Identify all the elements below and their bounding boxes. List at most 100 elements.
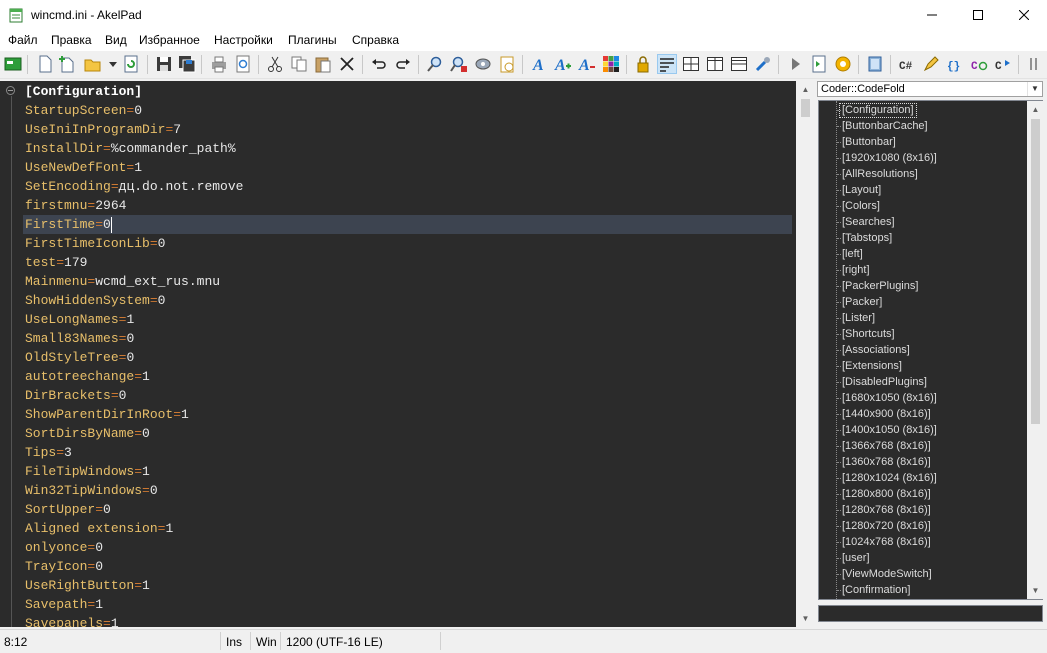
chevron-down-icon[interactable]: ▼	[1027, 82, 1042, 96]
tree-item[interactable]: [Searches]	[840, 215, 897, 230]
new-tab-icon[interactable]	[58, 55, 76, 73]
editor[interactable]: [Configuration] StartupScreen=0 UseIniInP…	[0, 81, 796, 627]
print-preview-icon[interactable]	[234, 55, 252, 73]
highlight-icon[interactable]	[866, 55, 884, 73]
autocomplete-icon[interactable]: C	[970, 55, 988, 73]
editor-scrollbar[interactable]: ▲ ▼	[797, 81, 814, 627]
color-icon[interactable]	[602, 55, 620, 73]
run-icon[interactable]	[786, 55, 804, 73]
tree-item[interactable]: [left]	[840, 247, 865, 262]
fold-gutter[interactable]	[0, 81, 23, 627]
tree-item[interactable]: [AllResolutions]	[840, 167, 920, 182]
code-fold-icon[interactable]: {}	[946, 55, 964, 73]
tree-item[interactable]: [Tabstops]	[840, 231, 894, 246]
split-horizontal-icon[interactable]	[730, 55, 748, 73]
scroll-down-icon[interactable]: ▼	[1027, 582, 1044, 599]
tree-item[interactable]: [Lister]	[840, 311, 877, 326]
tree-item[interactable]: [PackerPlugins]	[840, 279, 920, 294]
find-replace-icon[interactable]	[450, 55, 468, 73]
tree-item[interactable]: [FavoriteSearches]	[840, 599, 936, 600]
paste-icon[interactable]	[314, 55, 332, 73]
tree-item[interactable]: [ViewModeSwitch]	[840, 567, 934, 582]
font-smaller-icon[interactable]: A	[578, 55, 596, 73]
open-dropdown-icon[interactable]	[104, 55, 122, 73]
font-icon[interactable]: A	[530, 55, 548, 73]
close-button[interactable]	[1001, 0, 1047, 30]
panel-combobox[interactable]: Coder::CodeFold ▼	[817, 81, 1043, 97]
tree-item[interactable]: [1366x768 (8x16)]	[840, 439, 933, 454]
menu-plugins[interactable]: Плагины	[288, 33, 337, 47]
tree-item[interactable]: [1280x720 (8x16)]	[840, 519, 933, 534]
goto-icon[interactable]	[474, 55, 492, 73]
copy-icon[interactable]	[290, 55, 308, 73]
tree-item[interactable]: [Associations]	[840, 343, 912, 358]
word-wrap-icon[interactable]	[657, 54, 677, 74]
tree-scrollbar[interactable]: ▲ ▼	[1027, 101, 1044, 599]
status-encoding[interactable]: 1200 (UTF-16 LE)	[286, 635, 383, 649]
font-larger-icon[interactable]: A	[554, 55, 572, 73]
tools-icon[interactable]	[754, 55, 772, 73]
menu-favorites[interactable]: Избранное	[139, 33, 200, 47]
tree-item[interactable]: [Shortcuts]	[840, 327, 897, 342]
panel-filter-input[interactable]	[818, 605, 1043, 622]
insert-date-icon[interactable]	[498, 55, 516, 73]
tree-item[interactable]: [ButtonbarCache]	[840, 119, 930, 134]
plugin-gear-icon[interactable]	[834, 55, 852, 73]
read-only-icon[interactable]	[634, 55, 652, 73]
script-icon[interactable]	[810, 55, 828, 73]
tree-item[interactable]: [Configuration]	[839, 103, 917, 118]
tree-item[interactable]: [user]	[840, 551, 872, 566]
tree-scroll-thumb[interactable]	[1031, 119, 1040, 424]
coder-icon[interactable]: C#	[898, 55, 916, 73]
tree-item[interactable]: [1280x768 (8x16)]	[840, 503, 933, 518]
status-newline[interactable]: Win	[256, 635, 277, 649]
status-insert-mode[interactable]: Ins	[226, 635, 242, 649]
tree-item[interactable]: [Packer]	[840, 295, 884, 310]
tree-item[interactable]: [1680x1050 (8x16)]	[840, 391, 939, 406]
open-icon[interactable]	[84, 55, 102, 73]
menu-help[interactable]: Справка	[352, 33, 399, 47]
section-tree[interactable]: [Configuration] [ButtonbarCache] [Buttonba…	[818, 100, 1043, 600]
editor-scroll-thumb[interactable]	[801, 99, 810, 117]
tree-item[interactable]: [right]	[840, 263, 872, 278]
tree-item[interactable]: [1280x800 (8x16)]	[840, 487, 933, 502]
scroll-up-icon[interactable]: ▲	[797, 81, 814, 98]
tree-item[interactable]: [Confirmation]	[840, 583, 912, 598]
delete-icon[interactable]	[338, 55, 356, 73]
tree-item[interactable]: [1440x900 (8x16)]	[840, 407, 933, 422]
tree-item[interactable]: [Layout]	[840, 183, 883, 198]
split-4-icon[interactable]	[682, 55, 700, 73]
tree-item[interactable]: [DisabledPlugins]	[840, 375, 929, 390]
menu-file[interactable]: Файл	[8, 33, 38, 47]
settings-icon[interactable]: C	[994, 55, 1012, 73]
chevron-right-icon[interactable]	[1026, 55, 1044, 73]
tree-item[interactable]: [Extensions]	[840, 359, 904, 374]
redo-icon[interactable]	[394, 55, 412, 73]
scroll-up-icon[interactable]: ▲	[1027, 101, 1044, 118]
save-all-icon[interactable]	[178, 55, 196, 73]
tree-item[interactable]: [Buttonbar]	[840, 135, 898, 150]
split-vertical-icon[interactable]	[706, 55, 724, 73]
maximize-button[interactable]	[955, 0, 1001, 30]
menu-settings[interactable]: Настройки	[214, 33, 273, 47]
find-icon[interactable]	[426, 55, 444, 73]
new-file-icon[interactable]	[36, 55, 54, 73]
scroll-down-icon[interactable]: ▼	[797, 610, 814, 627]
fold-collapse-icon[interactable]	[6, 86, 15, 95]
tree-item[interactable]: [1400x1050 (8x16)]	[840, 423, 939, 438]
minimize-button[interactable]	[909, 0, 955, 30]
tree-item[interactable]: [1280x1024 (8x16)]	[840, 471, 939, 486]
marker-icon[interactable]	[922, 55, 940, 73]
undo-icon[interactable]	[370, 55, 388, 73]
cut-icon[interactable]	[266, 55, 284, 73]
tree-item[interactable]: [Colors]	[840, 199, 882, 214]
print-icon[interactable]	[210, 55, 228, 73]
save-icon[interactable]	[155, 55, 173, 73]
reopen-icon[interactable]	[122, 55, 140, 73]
tree-item[interactable]: [1024x768 (8x16)]	[840, 535, 933, 550]
menu-edit[interactable]: Правка	[51, 33, 92, 47]
tree-item[interactable]: [1360x768 (8x16)]	[840, 455, 933, 470]
menu-view[interactable]: Вид	[105, 33, 127, 47]
tree-item[interactable]: [1920x1080 (8x16)]	[840, 151, 939, 166]
new-window-icon[interactable]	[4, 55, 22, 73]
